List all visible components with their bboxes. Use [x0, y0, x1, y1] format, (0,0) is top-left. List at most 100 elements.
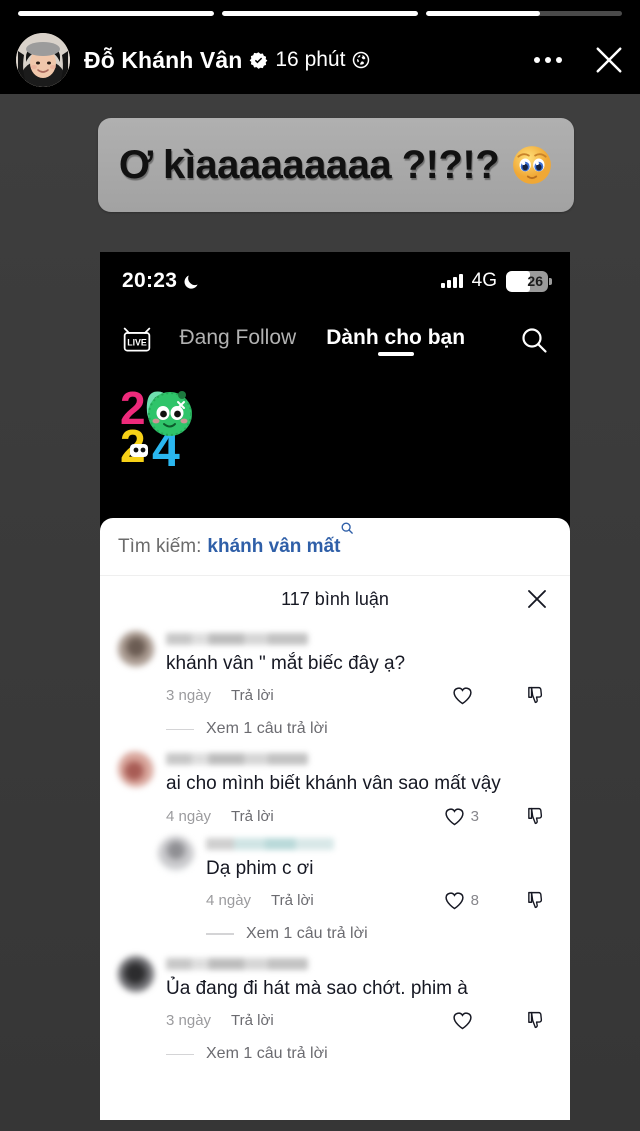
thumbs-down-icon[interactable]	[525, 1010, 546, 1031]
comment-actions	[452, 1010, 552, 1031]
heart-icon[interactable]	[452, 685, 473, 706]
comment-body: Ủa đang đi hát mà sao chớt. phim à 3 ngà…	[166, 956, 552, 1067]
like-count: 3	[470, 807, 479, 825]
comment-time: 4 ngày	[206, 891, 252, 909]
phone-status-bar: 20:23 4G 26	[100, 252, 570, 310]
live-icon[interactable]: LIVE	[122, 326, 152, 354]
thumbs-down-icon[interactable]	[525, 890, 546, 911]
comment-meta: 3 ngày Trả lời	[166, 1010, 552, 1031]
like-button[interactable]: 8	[444, 890, 479, 911]
view-replies-button[interactable]: Xem 1 câu trả lời	[166, 720, 552, 738]
comment-meta: 4 ngày Trả lời 8	[206, 890, 552, 911]
comment-username-blurred	[206, 837, 334, 850]
view-replies-label: Xem 1 câu trả lời	[206, 720, 328, 738]
like-button[interactable]	[452, 1010, 479, 1031]
tiktok-feed-tabs: Đang Follow Dành cho bạn	[179, 326, 465, 355]
comment-text: khánh vân " mắt biếc đây ạ?	[166, 653, 406, 674]
comment-text: Dạ phim c ơi	[206, 857, 314, 879]
avatar[interactable]	[118, 631, 154, 667]
like-count: 8	[470, 891, 479, 909]
heart-icon[interactable]	[444, 890, 465, 911]
like-button[interactable]	[452, 685, 479, 706]
thread-line	[206, 933, 234, 935]
comment-item: ai cho mình biết khánh vân sao mất vậy 4…	[100, 742, 570, 826]
comment-body: ai cho mình biết khánh vân sao mất vậy 4…	[166, 751, 552, 826]
comment-actions	[452, 685, 552, 706]
2024-logo: 2 0 2 4	[118, 380, 213, 470]
battery-percent: 26	[527, 273, 543, 289]
close-icon[interactable]	[594, 45, 624, 75]
search-query[interactable]: khánh vân mất	[207, 536, 340, 558]
story-progress-segment[interactable]	[222, 11, 418, 16]
network-type: 4G	[471, 270, 497, 291]
comment-count-title: 117 bình luận	[281, 588, 389, 609]
reply-button[interactable]: Trả lời	[231, 808, 274, 825]
battery-indicator: 26	[506, 270, 552, 292]
comment-username-blurred	[166, 753, 308, 766]
tab-dang-follow[interactable]: Đang Follow	[179, 326, 296, 355]
thumbs-down-icon[interactable]	[525, 685, 546, 706]
dislike-button[interactable]	[525, 1010, 546, 1031]
story-header-actions	[528, 45, 624, 75]
globe-icon	[353, 51, 370, 69]
comment-meta: 4 ngày Trả lời 3	[166, 806, 552, 827]
view-replies-label: Xem 1 câu trả lời	[246, 924, 368, 942]
story-viewer: Đỗ Khánh Vân 16 phút Ơ kìaaaaaaaaa ?!?!?	[0, 0, 640, 1131]
thread-line	[166, 1053, 194, 1055]
status-right-group: 4G 26	[441, 270, 552, 292]
tab-danh-cho-ban[interactable]: Dành cho bạn	[326, 326, 465, 355]
comment-sheet-header: 117 bình luận	[100, 576, 570, 622]
comment-actions: 3	[444, 806, 552, 827]
story-header: Đỗ Khánh Vân 16 phút	[0, 26, 640, 94]
comment-time: 4 ngày	[166, 807, 212, 825]
avatar[interactable]	[118, 751, 154, 788]
avatar[interactable]	[158, 835, 194, 872]
story-author-meta: Đỗ Khánh Vân 16 phút	[84, 47, 528, 74]
thumbs-down-icon[interactable]	[525, 806, 546, 827]
reply-button[interactable]: Trả lời	[231, 687, 274, 704]
story-canvas: Ơ kìaaaaaaaaa ?!?!? 20:23 4G 26 LIVE Đan…	[0, 94, 640, 1131]
search-icon[interactable]	[520, 326, 548, 354]
verified-badge-icon	[250, 51, 268, 69]
comment-username-blurred	[166, 957, 308, 970]
search-suggestion-banner[interactable]: Tìm kiếm: khánh vân mất	[100, 518, 570, 576]
story-progress-segment[interactable]	[426, 11, 622, 16]
tiktok-video-area: 20:23 4G 26 LIVE Đang Follow Dành cho bạ…	[100, 252, 570, 518]
story-progress-segment[interactable]	[18, 11, 214, 16]
story-caption-text: Ơ kìaaaaaaaaa ?!?!?	[118, 142, 500, 187]
dislike-button[interactable]	[525, 806, 546, 827]
comment-list: khánh vân " mắt biếc đây ạ? 3 ngày Trả l…	[100, 622, 570, 1067]
svg-text:LIVE: LIVE	[127, 337, 147, 347]
reply-button[interactable]: Trả lời	[271, 892, 314, 909]
like-button[interactable]: 3	[444, 806, 479, 827]
comment-body: khánh vân " mắt biếc đây ạ? 3 ngày Trả l…	[166, 631, 552, 742]
comment-text: ai cho mình biết khánh vân sao mất vậy	[166, 773, 501, 795]
comment-item: Ủa đang đi hát mà sao chớt. phim à 3 ngà…	[100, 947, 570, 1067]
comment-username-blurred	[166, 633, 308, 645]
close-icon[interactable]	[526, 588, 548, 610]
comment-time: 3 ngày	[166, 687, 212, 705]
tiktok-top-nav: LIVE Đang Follow Dành cho bạn	[100, 310, 570, 370]
comment-body: Dạ phim c ơi 4 ngày Trả lời 8 Xem 1 câu …	[206, 836, 552, 947]
comment-item-reply: Dạ phim c ơi 4 ngày Trả lời 8 Xem 1 câu …	[100, 827, 570, 947]
heart-icon[interactable]	[444, 806, 465, 827]
more-options-icon[interactable]	[528, 51, 568, 69]
author-name[interactable]: Đỗ Khánh Vân	[84, 47, 242, 74]
pleading-face-emoji	[513, 146, 552, 184]
dislike-button[interactable]	[525, 890, 546, 911]
avatar[interactable]	[16, 33, 70, 87]
search-label: Tìm kiếm:	[118, 535, 202, 557]
avatar[interactable]	[118, 955, 154, 992]
crescent-moon-icon	[184, 275, 198, 289]
view-replies-button[interactable]: Xem 1 câu trả lời	[166, 1045, 552, 1063]
status-time: 20:23	[122, 269, 178, 292]
view-replies-label: Xem 1 câu trả lời	[206, 1045, 328, 1063]
embedded-tiktok-screenshot: 20:23 4G 26 LIVE Đang Follow Dành cho bạ…	[100, 252, 570, 1120]
dislike-button[interactable]	[525, 685, 546, 706]
reply-button[interactable]: Trả lời	[231, 1012, 274, 1029]
heart-icon[interactable]	[452, 1010, 473, 1031]
thread-line	[166, 728, 194, 731]
view-replies-button[interactable]: Xem 1 câu trả lời	[206, 925, 552, 943]
signal-bars-icon	[441, 274, 463, 288]
story-progress-bar	[18, 11, 622, 16]
